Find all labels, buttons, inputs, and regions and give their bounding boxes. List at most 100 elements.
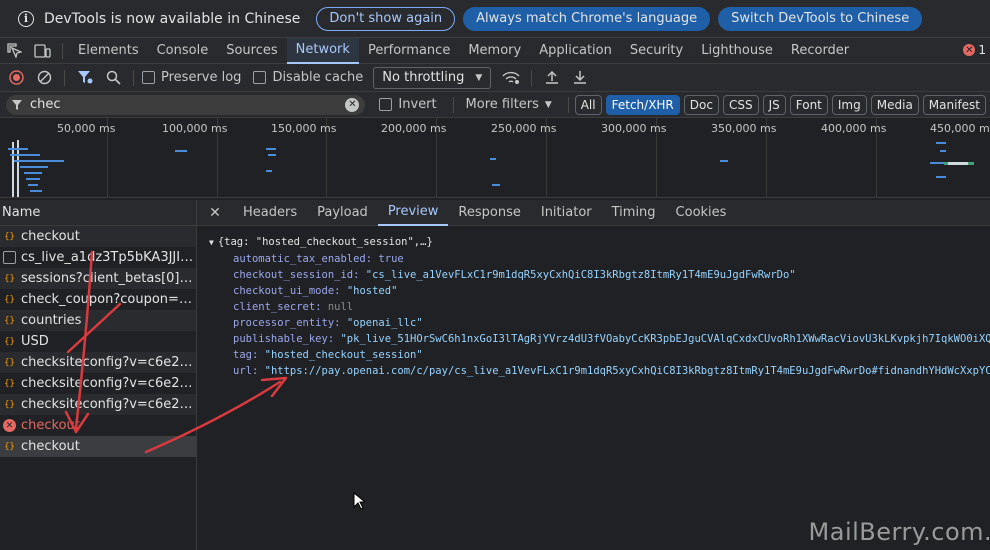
xhr-icon: {}	[4, 378, 15, 389]
request-row[interactable]: cs_live_a1dz3Tp5bKA3JJIYd...	[0, 247, 196, 268]
timeline-tick-label: 450,000 ms	[930, 122, 990, 135]
json-field: processor_entity: "openai_llc"	[233, 317, 423, 329]
request-row[interactable]: {}checksiteconfig?v=c6e277d...	[0, 373, 196, 394]
json-preview: ▼ {tag: "hosted_checkout_session",…} auto…	[197, 226, 990, 379]
tab-preview[interactable]: Preview	[377, 200, 449, 226]
device-toolbar-icon[interactable]	[28, 38, 56, 64]
export-har-icon[interactable]	[566, 65, 594, 91]
request-row[interactable]: {} countries	[0, 310, 196, 331]
filter-chip-doc[interactable]: Doc	[683, 94, 719, 115]
inspect-element-icon[interactable]	[0, 38, 28, 64]
switch-to-chinese-button[interactable]: Switch DevTools to Chinese	[718, 6, 923, 31]
timeline-tick-label: 350,000 ms	[711, 122, 777, 135]
divider	[452, 96, 454, 113]
timeline-request-bar	[490, 158, 496, 160]
network-conditions-icon[interactable]	[497, 65, 525, 91]
request-detail-panel: ✕ Headers Payload Preview Response Initi…	[197, 200, 990, 550]
filter-chip-all[interactable]: All	[574, 94, 602, 115]
json-field: publishable_key: "pk_live_51HOrSwC6h1nxG…	[233, 333, 990, 345]
tab-headers[interactable]: Headers	[233, 200, 307, 226]
chevron-down-icon: ▼	[544, 99, 552, 110]
clear-icon[interactable]	[30, 65, 58, 91]
xhr-icon: {}	[4, 357, 15, 368]
tab-elements[interactable]: Elements	[69, 38, 148, 64]
timeline-tick-label: 50,000 ms	[57, 122, 116, 135]
close-icon[interactable]: ✕	[197, 205, 233, 221]
divider	[64, 69, 65, 86]
request-row[interactable]: {} check_coupon?coupon=alo...	[0, 289, 196, 310]
tab-initiator[interactable]: Initiator	[531, 200, 602, 226]
tab-security[interactable]: Security	[621, 38, 692, 64]
filter-chip-media[interactable]: Media	[870, 94, 919, 115]
timeline-request-bar	[30, 190, 42, 192]
more-filters-label: More filters	[465, 97, 539, 112]
filter-chip-fetch-xhr[interactable]: Fetch/XHR	[605, 94, 680, 115]
xhr-icon: {}	[4, 315, 15, 326]
checkbox-box[interactable]	[253, 71, 267, 84]
tab-network[interactable]: Network	[286, 37, 359, 64]
divider	[133, 69, 134, 86]
timeline-request-bar	[175, 150, 187, 152]
request-row-selected[interactable]: {} checkout	[0, 436, 196, 457]
timeline-request-bar	[266, 148, 276, 150]
filter-input-value[interactable]: chec	[30, 97, 345, 112]
tab-payload[interactable]: Payload	[307, 200, 378, 226]
timeline-request-bar	[492, 184, 500, 186]
throttling-select[interactable]: No throttling ▼	[373, 66, 492, 89]
timeline-request-bar	[28, 184, 38, 186]
filter-bar: chec ✕ Invert More filters ▼ All Fetch/X…	[0, 92, 990, 118]
filter-input[interactable]: chec ✕	[6, 94, 366, 115]
preserve-log-checkbox[interactable]: Preserve log	[140, 70, 241, 85]
import-har-icon[interactable]	[538, 65, 566, 91]
tab-cookies[interactable]: Cookies	[666, 200, 737, 226]
request-row-failed[interactable]: ✕ checkout	[0, 415, 196, 436]
record-stop-icon[interactable]	[2, 65, 30, 91]
language-infobar: i DevTools is now available in Chinese D…	[0, 0, 990, 38]
timeline-request-bar	[14, 160, 64, 162]
disable-cache-checkbox[interactable]: Disable cache	[251, 70, 363, 85]
timeline-request-bar	[936, 176, 946, 178]
dont-show-again-button[interactable]: Don't show again	[316, 6, 456, 31]
xhr-icon: {}	[4, 231, 15, 242]
tab-performance[interactable]: Performance	[359, 38, 459, 64]
expand-triangle-icon[interactable]: ▼	[209, 238, 214, 247]
mouse-cursor-icon	[353, 492, 365, 510]
request-row[interactable]: {} checkout	[0, 226, 196, 247]
tab-lighthouse[interactable]: Lighthouse	[692, 38, 782, 64]
request-row[interactable]: {} USD	[0, 331, 196, 352]
json-root[interactable]: ▼ {tag: "hosted_checkout_session",…}	[209, 234, 990, 251]
request-list: Name {} checkout cs_live_a1dz3Tp5bKA3JJIY…	[0, 200, 197, 550]
timeline-tick-label: 100,000 ms	[162, 122, 228, 135]
always-match-language-button[interactable]: Always match Chrome's language	[463, 6, 711, 31]
filter-chip-font[interactable]: Font	[789, 94, 828, 115]
network-overview-timeline[interactable]: 50,000 ms 100,000 ms 150,000 ms 200,000 …	[0, 118, 990, 198]
divider	[567, 96, 569, 113]
tab-application[interactable]: Application	[530, 38, 621, 64]
invert-checkbox[interactable]: Invert	[377, 97, 437, 112]
timeline-tick-label: 200,000 ms	[381, 122, 447, 135]
filter-chip-img[interactable]: Img	[831, 94, 867, 115]
error-counter[interactable]: ✕ 1	[963, 43, 986, 57]
clear-filter-icon[interactable]: ✕	[345, 97, 360, 112]
tab-timing[interactable]: Timing	[602, 200, 666, 226]
request-row[interactable]: {}checksiteconfig?v=c6e277d...	[0, 352, 196, 373]
filter-chip-css[interactable]: CSS	[722, 94, 759, 115]
request-row[interactable]: {}checksiteconfig?v=c6e277d...	[0, 394, 196, 415]
timeline-request-bar	[20, 166, 48, 168]
tab-response[interactable]: Response	[448, 200, 530, 226]
filter-icon[interactable]	[71, 65, 99, 91]
checkbox-box[interactable]	[142, 71, 155, 84]
filter-chip-js[interactable]: JS	[762, 94, 786, 115]
network-main-panel: Name {} checkout cs_live_a1dz3Tp5bKA3JJIY…	[0, 200, 990, 550]
request-row[interactable]: {}sessions?client_betas[0]=cu...	[0, 268, 196, 289]
search-icon[interactable]	[99, 65, 127, 91]
more-filters-dropdown[interactable]: More filters ▼	[466, 97, 552, 112]
filter-chip-manifest[interactable]: Manifest	[922, 94, 987, 115]
tab-memory[interactable]: Memory	[459, 38, 530, 64]
tab-console[interactable]: Console	[148, 38, 218, 64]
name-column-header[interactable]: Name	[0, 200, 196, 226]
timeline-tick-label: 150,000 ms	[271, 122, 337, 135]
tab-recorder[interactable]: Recorder	[782, 38, 858, 64]
tab-sources[interactable]: Sources	[217, 38, 286, 64]
checkbox-box[interactable]	[379, 98, 393, 111]
